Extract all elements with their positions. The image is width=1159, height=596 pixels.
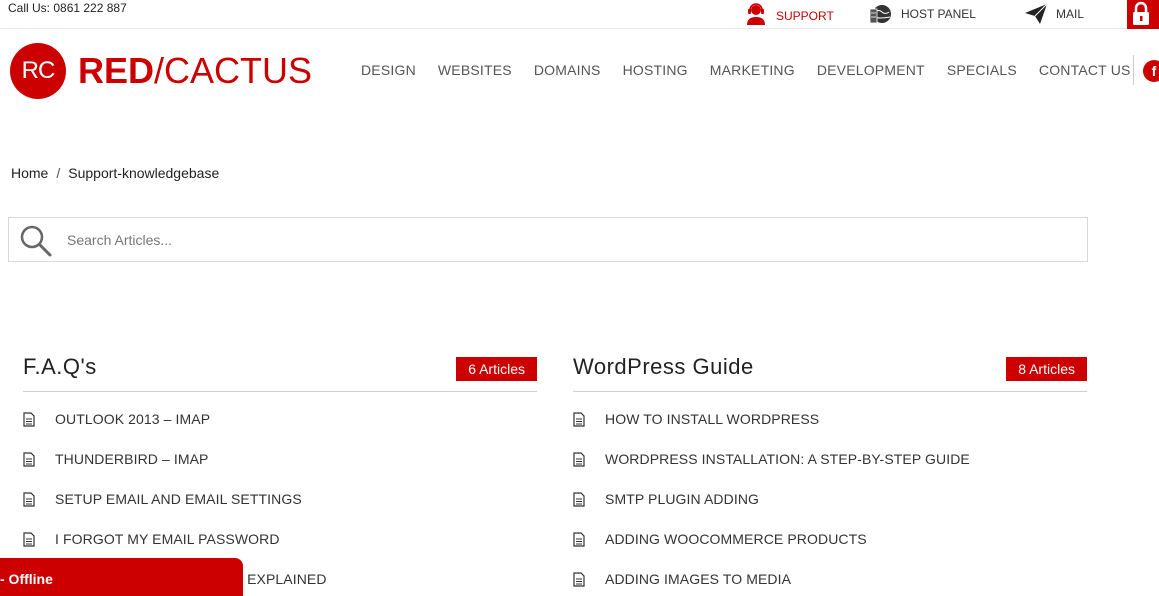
article-item[interactable]: THUNDERBIRD – IMAP [23, 432, 537, 472]
main-nav: DESIGN WEBSITES DOMAINS HOSTING MARKETIN… [350, 62, 1142, 78]
logo-red-text: RED [78, 50, 155, 91]
nav-hosting[interactable]: HOSTING [612, 62, 699, 78]
article-item[interactable]: ADDING IMAGES TO MEDIA [573, 552, 1087, 592]
article-item[interactable]: HOW TO INSTALL WORDPRESS [573, 392, 1087, 432]
logo-wordmark: RED / CACTUS [78, 50, 312, 92]
support-agent-icon [747, 3, 765, 25]
nav-contact-us[interactable]: CONTACT US [1028, 62, 1142, 78]
search-box [8, 217, 1088, 262]
article-item[interactable]: OUTLOOK 2013 – IMAP [23, 392, 537, 432]
call-us-text: Call Us: 0861 222 887 [8, 1, 127, 15]
paper-plane-icon [1025, 3, 1048, 24]
article-link[interactable]: THUNDERBIRD – IMAP [55, 451, 208, 467]
document-icon [23, 412, 35, 427]
document-icon [573, 412, 585, 427]
article-item[interactable]: ADDING WOOCOMMERCE PRODUCTS [573, 512, 1087, 552]
logo-slash-text: / [154, 50, 165, 91]
search-input[interactable] [67, 228, 967, 252]
nav-specials[interactable]: SPECIALS [936, 62, 1028, 78]
article-link[interactable]: SMTP PLUGIN ADDING [605, 491, 759, 507]
document-icon [23, 492, 35, 507]
article-item[interactable]: WORDPRESS INSTALLATION: A STEP-BY-STEP G… [573, 432, 1087, 472]
breadcrumb-current: Support-knowledgebase [68, 165, 220, 181]
document-icon [573, 492, 585, 507]
article-link[interactable]: I FORGOT MY EMAIL PASSWORD [55, 531, 280, 547]
support-label: SUPPORT [776, 9, 834, 23]
article-count-badge: 8 Articles [1006, 357, 1087, 381]
support-link[interactable]: SUPPORT [744, 3, 834, 25]
article-count-badge: 6 Articles [456, 357, 537, 381]
search-icon[interactable] [19, 224, 53, 258]
document-icon [573, 572, 585, 587]
nav-marketing[interactable]: MARKETING [699, 62, 806, 78]
article-link[interactable]: HOW TO INSTALL WORDPRESS [605, 411, 819, 427]
host-panel-link[interactable]: HOST PANEL [869, 3, 976, 25]
category-title[interactable]: F.A.Q's [23, 354, 97, 380]
category-title[interactable]: WordPress Guide [573, 354, 754, 380]
logo-cactus-text: CACTUS [164, 50, 313, 91]
article-item[interactable]: SMTP PLUGIN ADDING [573, 472, 1087, 512]
category-header: F.A.Q's 6 Articles [23, 352, 537, 392]
document-icon [573, 532, 585, 547]
document-icon [23, 532, 35, 547]
article-item[interactable]: SETUP EMAIL AND EMAIL SETTINGS [23, 472, 537, 512]
mail-link[interactable]: MAIL [1024, 3, 1084, 25]
document-icon [23, 452, 35, 467]
facebook-icon[interactable]: f [1143, 60, 1159, 82]
nav-design[interactable]: DESIGN [350, 62, 427, 78]
chat-offline-widget[interactable]: - Offline [0, 558, 243, 596]
login-lock-button[interactable] [1127, 0, 1159, 29]
article-link[interactable]: OUTLOOK 2013 – IMAP [55, 411, 210, 427]
server-globe-icon [869, 5, 891, 24]
nav-divider [1133, 55, 1134, 85]
breadcrumb-home[interactable]: Home [11, 165, 48, 181]
mail-label: MAIL [1056, 7, 1085, 21]
document-icon [573, 452, 585, 467]
nav-development[interactable]: DEVELOPMENT [806, 62, 936, 78]
article-link[interactable]: ADDING WOOCOMMERCE PRODUCTS [605, 531, 867, 547]
article-link[interactable]: WORDPRESS INSTALLATION: A STEP-BY-STEP G… [605, 451, 970, 467]
article-link[interactable]: ADDING IMAGES TO MEDIA [605, 571, 791, 587]
site-logo[interactable]: RC RED / CACTUS [10, 42, 312, 100]
host-panel-label: HOST PANEL [901, 7, 976, 21]
category-wordpress-guide: WordPress Guide 8 Articles HOW TO INSTAL… [573, 352, 1087, 592]
top-bar: Call Us: 0861 222 887 SUPPORT HOST PANEL… [0, 0, 1159, 29]
lock-icon [1133, 1, 1149, 25]
article-link[interactable]: SETUP EMAIL AND EMAIL SETTINGS [55, 491, 302, 507]
breadcrumb: Home / Support-knowledgebase [11, 165, 219, 181]
breadcrumb-separator: / [56, 165, 61, 181]
category-header: WordPress Guide 8 Articles [573, 352, 1087, 392]
category-faq: F.A.Q's 6 Articles OUTLOOK 2013 – IMAP T… [23, 352, 537, 592]
nav-websites[interactable]: WEBSITES [427, 62, 523, 78]
nav-domains[interactable]: DOMAINS [523, 62, 612, 78]
chat-status-label: - Offline [0, 571, 53, 587]
logo-mark: RC [10, 43, 66, 99]
article-item[interactable]: I FORGOT MY EMAIL PASSWORD [23, 512, 537, 552]
